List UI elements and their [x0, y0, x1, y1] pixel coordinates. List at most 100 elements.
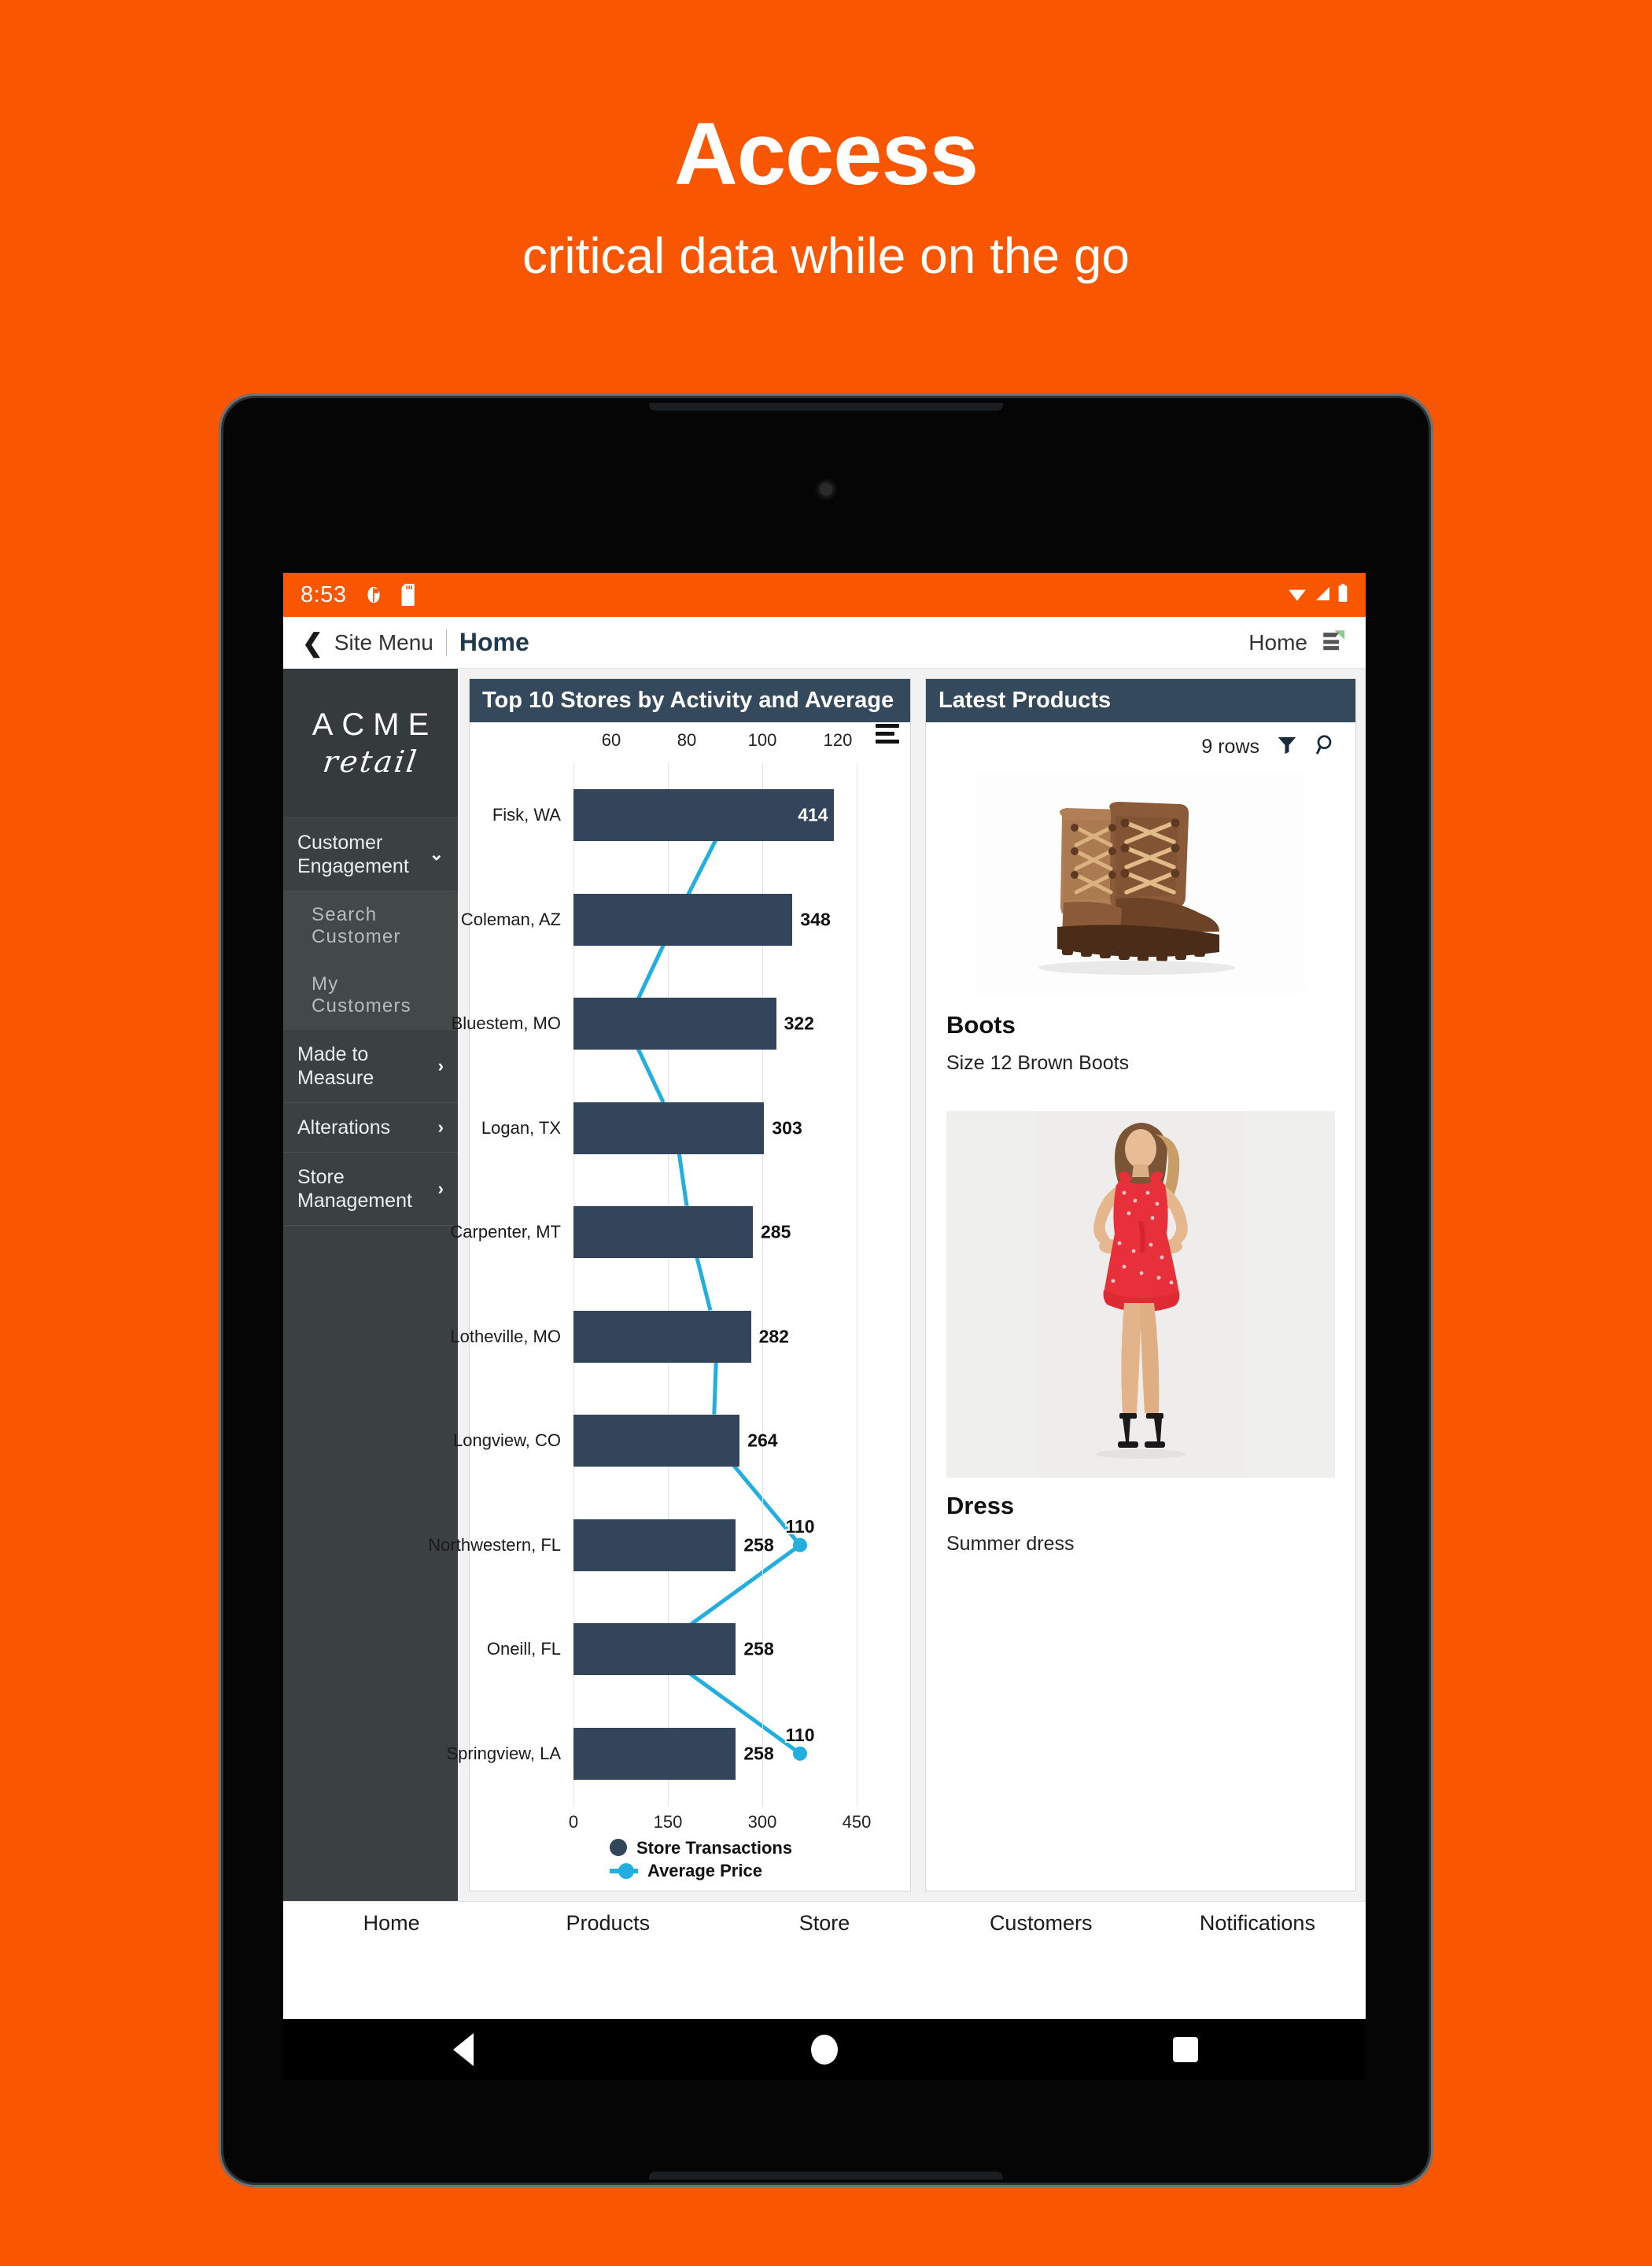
- chart-plot: 9177647781888711072110 Fisk, WA414Colema…: [428, 763, 910, 1806]
- chart-bar: [573, 1310, 751, 1363]
- legend-marker-line: [610, 1863, 638, 1880]
- products-toolbar: 9 rows: [926, 722, 1355, 769]
- bottom-tab-bar: Home Products Store Customers Notificati…: [283, 1901, 1366, 1945]
- chart-line-series: [624, 814, 803, 1755]
- chart-legend: Store Transactions Average Price: [470, 1836, 910, 1883]
- products-card: Latest Products 9 rows Boots Size 12 Bro…: [925, 678, 1356, 1891]
- sidebar-item-search-customer[interactable]: Search Customer: [283, 891, 458, 961]
- product-name: Dress: [946, 1492, 1015, 1519]
- legend-item-store-transactions: Store Transactions: [610, 1836, 910, 1860]
- chart-bar-value: 258: [743, 1638, 774, 1659]
- chart-card: Top 10 Stores by Activity and Average 60…: [428, 678, 911, 1891]
- speaker-grille-top: [649, 403, 1003, 411]
- sidebar-item-made-to-measure[interactable]: Made to Measure ›: [283, 1030, 458, 1103]
- chart-line-marker: [793, 1746, 807, 1761]
- sidebar-item-my-customers[interactable]: My Customers: [283, 961, 458, 1030]
- app-header: ❮ Site Menu Home Home: [283, 617, 1366, 669]
- chart-bottom-tick-label: 300: [747, 1812, 777, 1832]
- chart-bar-value: 282: [758, 1326, 789, 1347]
- status-time: 8:53: [301, 581, 347, 607]
- wifi-icon: [1287, 583, 1307, 607]
- tab-products[interactable]: Products: [500, 1911, 716, 1936]
- hamburger-menu-icon[interactable]: [876, 724, 899, 747]
- legend-item-average-price: Average Price: [610, 1859, 910, 1883]
- chart-category-label: Longview, CO: [453, 1430, 561, 1451]
- chart-category-label: Northwestern, FL: [428, 1534, 561, 1555]
- product-description: Summer dress: [946, 1533, 1075, 1555]
- promo-title: Access: [673, 105, 979, 203]
- chart-bar: [573, 998, 776, 1050]
- chart-bar: [573, 789, 835, 842]
- chart-area: 6080100120 9177647781888711072110 Fisk, …: [428, 722, 910, 1891]
- chart-category-label: Carpenter, MT: [450, 1222, 561, 1242]
- product-item-boots[interactable]: Boots Size 12 Brown Boots: [926, 769, 1355, 1075]
- search-icon[interactable]: [1315, 733, 1338, 761]
- chart-bar-value: 264: [747, 1430, 778, 1451]
- tab-customers[interactable]: Customers: [933, 1911, 1149, 1936]
- tab-store[interactable]: Store: [716, 1911, 932, 1936]
- status-bar: 8:53: [283, 573, 1366, 617]
- sidebar-item-customer-engagement[interactable]: Customer Engagement ⌄: [283, 818, 458, 891]
- sidebar-item-label: Made to Measure: [297, 1043, 374, 1089]
- header-right-group: Home: [1248, 627, 1347, 658]
- tablet-screen: 8:53 ❮ Site Menu Home Home ACME retail C…: [283, 573, 1366, 2019]
- sidebar-item-store-management[interactable]: Store Management ›: [283, 1153, 458, 1226]
- chart-bar: [573, 1519, 736, 1571]
- legend-marker-bar: [610, 1839, 627, 1857]
- sidebar-item-label: My Customers: [312, 973, 411, 1017]
- signal-icon: [1313, 583, 1332, 607]
- product-item-dress[interactable]: Dress Summer dress: [926, 1111, 1355, 1556]
- back-triangle-icon[interactable]: [448, 2033, 479, 2066]
- brand-logo: ACME retail: [283, 669, 458, 818]
- chart-bottom-tick-label: 150: [653, 1812, 683, 1832]
- chart-line-value: 110: [785, 1516, 814, 1537]
- products-card-title: Latest Products: [926, 679, 1355, 722]
- legend-label: Store Transactions: [636, 1837, 793, 1858]
- promo-banner: Access critical data while on the go: [0, 0, 1652, 362]
- chart-line-marker: [793, 1537, 807, 1552]
- chart-bar-value: 258: [743, 1534, 774, 1556]
- header-home-label[interactable]: Home: [1248, 630, 1307, 655]
- sidebar-item-alterations[interactable]: Alterations ›: [283, 1103, 458, 1153]
- logo-secondary-text: retail: [320, 744, 421, 779]
- tab-home[interactable]: Home: [283, 1911, 500, 1936]
- chart-bar: [573, 893, 793, 946]
- sidebar: ACME retail Customer Engagement ⌄ Search…: [283, 669, 458, 1901]
- tablet-device: 8:53 ❮ Site Menu Home Home ACME retail C…: [219, 393, 1433, 2187]
- chart-top-axis: 60 80 100 120: [470, 730, 910, 762]
- sidebar-item-label: Search Customer: [312, 904, 401, 947]
- chart-bar: [573, 1206, 753, 1259]
- chevron-left-icon[interactable]: ❮: [302, 630, 323, 655]
- logo-primary-text: ACME: [312, 707, 438, 742]
- home-circle-icon[interactable]: [809, 2034, 840, 2065]
- sd-card-icon: [401, 584, 419, 606]
- chart-top-tick-label: 120: [823, 730, 853, 750]
- filter-icon[interactable]: [1275, 733, 1299, 761]
- chevron-right-icon: ›: [437, 1055, 444, 1076]
- chart-bar-value: 303: [772, 1117, 802, 1139]
- battery-icon: [1337, 583, 1348, 607]
- app-body: ACME retail Customer Engagement ⌄ Search…: [283, 669, 1366, 1901]
- chart-bottom-tick-label: 450: [842, 1812, 872, 1832]
- tab-notifications[interactable]: Notifications: [1149, 1911, 1366, 1936]
- layers-icon[interactable]: [1320, 627, 1347, 658]
- chart-category-label: Logan, TX: [481, 1117, 561, 1138]
- chart-bar: [573, 1727, 736, 1780]
- header-divider: [445, 629, 447, 656]
- status-right-icons: [1287, 583, 1348, 607]
- android-navigation-bar: [283, 2019, 1366, 2080]
- chart-top-tick-label: 60: [601, 730, 621, 750]
- chart-bar-value: 285: [761, 1221, 791, 1242]
- chart-bar-value: 348: [800, 909, 831, 930]
- site-menu-link[interactable]: Site Menu: [334, 630, 433, 655]
- chart-bar-value: 322: [784, 1013, 814, 1034]
- chart-category-label: Oneill, FL: [486, 1639, 561, 1659]
- recents-square-icon[interactable]: [1170, 2034, 1201, 2065]
- chart-category-label: Fisk, WA: [492, 805, 561, 825]
- speaker-grille-bottom: [649, 2172, 1003, 2179]
- chart-bar-value: 258: [743, 1743, 774, 1764]
- chevron-down-icon: ⌄: [429, 843, 444, 864]
- rows-count-label: 9 rows: [1201, 736, 1259, 758]
- chart-bottom-axis: 0 150 300 450: [470, 1812, 910, 1836]
- chart-line-value: 110: [785, 1725, 814, 1745]
